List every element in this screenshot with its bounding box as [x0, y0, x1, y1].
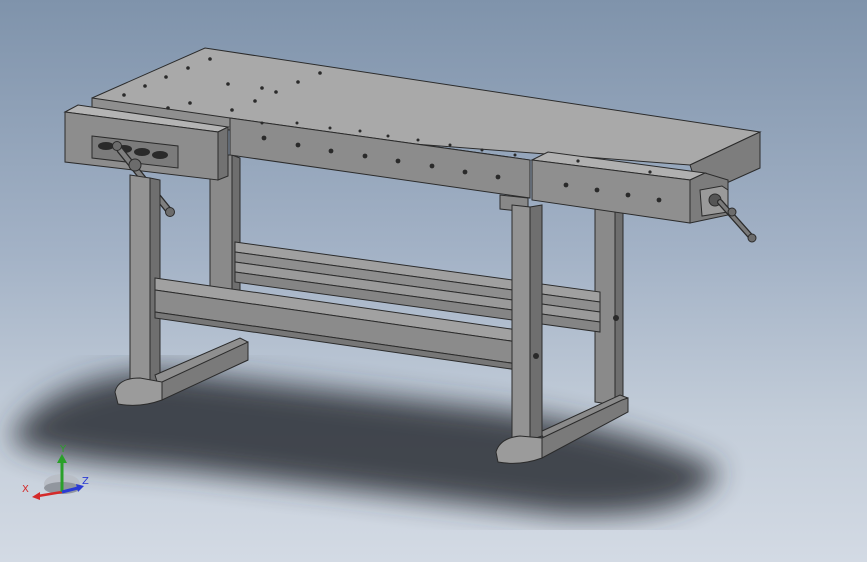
triad-z-label: Z: [82, 476, 89, 487]
model-view[interactable]: [0, 0, 867, 562]
rear-leg-bolt: [613, 315, 619, 321]
triad-x-label: X: [22, 484, 29, 495]
view-triad[interactable]: X Y Z: [18, 440, 98, 510]
tail-vise-handle[interactable]: [717, 199, 757, 243]
graphics-viewport[interactable]: X Y Z: [0, 0, 867, 562]
leg-bolt: [533, 353, 539, 359]
triad-y-label: Y: [59, 444, 67, 455]
triad-x-axis: [32, 490, 63, 500]
